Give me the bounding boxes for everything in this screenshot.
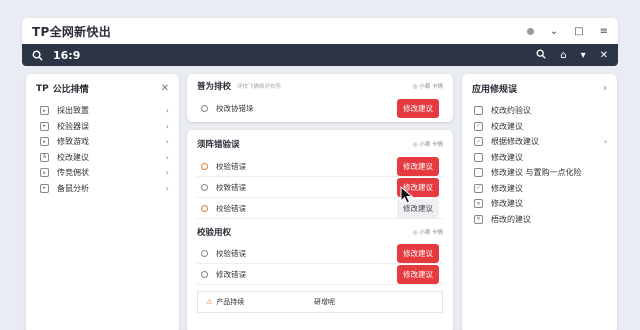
- mid-top-card: 普为排校 详校飞确维对布势 ◎ 小顿 卡情 校改协错垛 修改建议: [187, 74, 453, 122]
- chevron-right-icon: ›: [165, 137, 169, 147]
- right-item[interactable]: ✓ 修改建议: [462, 181, 617, 197]
- search-icon[interactable]: [32, 46, 43, 65]
- chevron-right-icon: ›: [165, 183, 169, 193]
- left-item[interactable]: ▸ 备鼠分析 ›: [26, 181, 179, 197]
- left-item[interactable]: ▸ 传竞佣状 ›: [26, 165, 179, 181]
- mid-top-subtitle: 详校飞确维对布势: [237, 84, 282, 90]
- right-item[interactable]: 校改约验议: [462, 103, 617, 119]
- section1-title: 须阵错验误: [197, 140, 240, 150]
- close-box-icon: ✕: [474, 199, 483, 209]
- suggest-button[interactable]: 修改建议: [397, 243, 439, 263]
- mid-main-card: 须阵错验误 ◎ 小顿 卡情 校验错误 修改建议 校致错误 修改建议 校验错误 修…: [187, 130, 453, 330]
- chevron-right-icon: ›: [165, 106, 169, 116]
- tp-logo-icon: TP: [36, 83, 49, 94]
- close-icon[interactable]: ✕: [161, 83, 169, 94]
- title-bar: TP全网新快出 ⌄ □ ≡: [22, 18, 618, 44]
- doc-icon: ▸: [40, 168, 49, 178]
- right-panel: 应用修规误 › 校改约验议 ✓ 校改建议 ✓ 根据修改建议 › 修改建议 修改建议 与…: [462, 74, 617, 330]
- text-icon: A: [40, 152, 49, 162]
- suggest-button[interactable]: 修改建议: [397, 156, 439, 176]
- doc-icon: ▸: [40, 183, 49, 193]
- window-icon[interactable]: □: [574, 26, 583, 37]
- clock-icon: [201, 162, 208, 170]
- table-row: 校验错误 修改建议: [197, 243, 443, 264]
- clock-icon: [201, 204, 208, 212]
- table-row: 校验错误 修改建议: [197, 156, 443, 177]
- doc-icon: ▸: [40, 106, 49, 116]
- close-icon[interactable]: ✕: [600, 50, 608, 61]
- mouse-cursor-icon: [400, 186, 414, 204]
- section2-header: 校验用权 ◎ 小顿 卡情: [197, 228, 443, 238]
- search-input[interactable]: 16:9: [53, 49, 80, 62]
- doc-icon: ▸: [40, 137, 49, 147]
- left-item[interactable]: ▸ 採出致置 ›: [26, 103, 179, 119]
- warning-icon: ⚠: [206, 298, 213, 306]
- search-icon[interactable]: [536, 49, 546, 62]
- right-item[interactable]: ✓ 校改建议: [462, 119, 617, 135]
- table-row: 修改错误 修改建议: [197, 264, 443, 285]
- clock-icon: [201, 105, 208, 112]
- mid-top-meta: ◎ 小顿 卡情: [412, 84, 443, 90]
- doc-icon: [474, 152, 483, 162]
- left-item[interactable]: ▸ 修致游戏 ›: [26, 134, 179, 150]
- search-bar: 16:9 ⌂ ▾ ✕: [22, 44, 618, 66]
- info-table: ⚠ 产品持续 研增呢: [197, 291, 443, 313]
- home-icon[interactable]: ⌂: [560, 50, 566, 61]
- menu-icon[interactable]: ≡: [600, 26, 608, 37]
- chevron-right-icon: ›: [165, 121, 169, 131]
- close-box-icon: ✕: [474, 214, 483, 224]
- right-panel-title: 应用修规误: [472, 85, 518, 95]
- section2-title: 校验用权: [197, 228, 232, 238]
- chevron-right-icon: ›: [603, 137, 607, 147]
- app-title: TP全网新快出: [32, 24, 112, 39]
- status-dot-icon: [526, 27, 534, 35]
- clock-icon: [201, 183, 208, 191]
- check-icon: ✓: [474, 183, 483, 193]
- chevron-right-icon: ›: [165, 152, 169, 162]
- left-panel: TP 公比排情 ✕ ▸ 採出致置 › ▸ 校验器误 › ▸ 修致游戏 › A 校改建议 › ▸ 传…: [26, 74, 179, 330]
- right-item[interactable]: ✕ 梧改的建议: [462, 212, 617, 228]
- right-item[interactable]: 修改建议 与置购一点化险: [462, 165, 617, 181]
- chevron-down-icon[interactable]: ⌄: [550, 26, 558, 37]
- doc-icon: ▸: [40, 121, 49, 131]
- clock-icon: [201, 249, 208, 257]
- doc-icon: [474, 168, 483, 178]
- window-controls: ⌄ □ ≡: [526, 26, 608, 37]
- doc-icon: [474, 106, 483, 116]
- right-item[interactable]: ✓ 根据修改建议 ›: [462, 134, 617, 150]
- section1-header: 须阵错验误 ◎ 小顿 卡情: [197, 140, 443, 150]
- left-item[interactable]: A 校改建议 ›: [26, 150, 179, 166]
- right-item[interactable]: 修改建议: [462, 150, 617, 166]
- right-item[interactable]: ✕ 修改建议: [462, 196, 617, 212]
- left-panel-title: 公比排情: [52, 85, 89, 95]
- right-panel-header: 应用修规误 ›: [462, 74, 617, 103]
- mid-top-title: 普为排校: [197, 82, 232, 92]
- check-icon: ✓: [474, 137, 483, 147]
- mid-top-header: 普为排校 详校飞确维对布势 ◎ 小顿 卡情: [187, 74, 453, 98]
- suggest-button[interactable]: 修改建议: [397, 99, 439, 118]
- left-panel-header: TP 公比排情 ✕: [26, 74, 179, 103]
- table-row: 校改协错垛 修改建议: [197, 98, 443, 119]
- left-item[interactable]: ▸ 校验器误 ›: [26, 119, 179, 135]
- suggest-button[interactable]: 修改建议: [397, 264, 439, 284]
- dropdown-caret-icon[interactable]: ▾: [581, 50, 586, 61]
- check-icon: ✓: [474, 121, 483, 131]
- clock-icon: [201, 270, 208, 278]
- chevron-right-icon: ›: [165, 168, 169, 178]
- chevron-icon[interactable]: ›: [603, 83, 607, 94]
